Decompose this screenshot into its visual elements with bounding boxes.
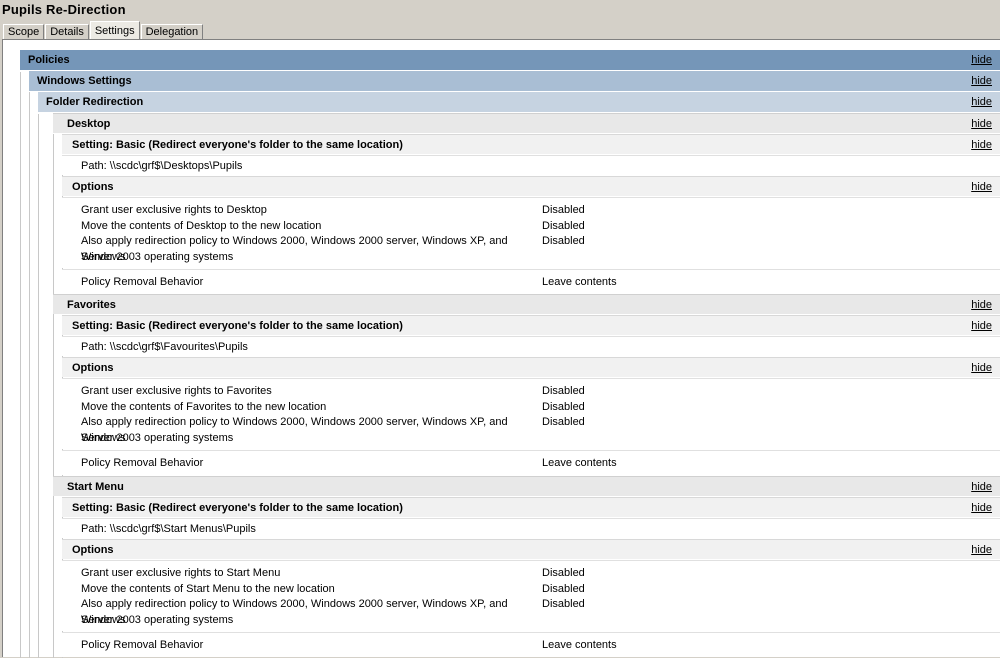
indent-line <box>38 114 39 658</box>
removal-label: Policy Removal Behavior <box>81 276 204 288</box>
section-policies: Policies hide <box>20 50 1000 70</box>
hide-link[interactable]: hide <box>971 114 992 134</box>
hide-link[interactable]: hide <box>971 477 992 497</box>
window-title: Pupils Re-Direction <box>2 2 126 17</box>
option-label: Move the contents of Start Menu to the n… <box>81 582 335 595</box>
hide-link[interactable]: hide <box>971 358 992 378</box>
options-header: Options hide <box>62 539 1000 559</box>
folder-name: Start Menu <box>67 481 124 493</box>
tab-settings[interactable]: Settings <box>89 21 140 40</box>
folder-favorites: Favorites hide <box>53 294 1000 314</box>
option-label: Server 2003 operating systems <box>81 613 234 626</box>
section-windows-settings: Windows Settings hide <box>29 71 1000 91</box>
folder-name: Favorites <box>67 299 116 311</box>
folder-start-menu: Start Menu hide <box>53 476 1000 496</box>
option-value: Disabled <box>542 219 585 232</box>
removal-value: Leave contents <box>542 457 617 469</box>
removal-label: Policy Removal Behavior <box>81 457 204 469</box>
setting-header: Setting: Basic (Redirect everyone's fold… <box>62 315 1000 335</box>
options-body: Grant user exclusive rights to Favorites… <box>62 378 1000 449</box>
report-pane: Policies hide Windows Settings hide Fold… <box>2 39 1000 658</box>
hide-link[interactable]: hide <box>971 540 992 560</box>
indent-line <box>53 134 54 658</box>
section-title: Policies <box>28 54 70 66</box>
removal-label: Policy Removal Behavior <box>81 639 204 651</box>
options-title: Options <box>72 362 114 374</box>
folder-desktop: Desktop hide <box>53 113 1000 133</box>
options-title: Options <box>72 181 114 193</box>
setting-header: Setting: Basic (Redirect everyone's fold… <box>62 497 1000 517</box>
section-title: Folder Redirection <box>46 96 144 108</box>
path-text: Path: \\scdc\grf$\Desktops\Pupils <box>81 160 243 172</box>
option-value: Disabled <box>542 416 585 428</box>
option-value: Disabled <box>542 598 585 610</box>
path-text: Path: \\scdc\grf$\Start Menus\Pupils <box>81 523 256 535</box>
folder-name: Desktop <box>67 118 111 130</box>
tab-details[interactable]: Details <box>45 24 89 40</box>
removal-value: Leave contents <box>542 276 617 288</box>
indent-line <box>20 72 21 658</box>
hide-link[interactable]: hide <box>971 498 992 518</box>
option-label: Server 2003 operating systems <box>81 431 234 444</box>
tab-delegation[interactable]: Delegation <box>140 24 204 40</box>
tab-scope[interactable]: Scope <box>3 24 45 40</box>
options-body: Grant user exclusive rights to Start Men… <box>62 560 1000 631</box>
section-title: Windows Settings <box>37 75 132 87</box>
hide-link[interactable]: hide <box>971 135 992 155</box>
option-label: Grant user exclusive rights to Start Men… <box>81 567 281 579</box>
path-row: Path: \\scdc\grf$\Start Menus\Pupils <box>62 518 1000 538</box>
hide-link[interactable]: hide <box>971 177 992 197</box>
setting-title: Setting: Basic (Redirect everyone's fold… <box>72 502 403 514</box>
hide-link[interactable]: hide <box>971 295 992 315</box>
path-row: Path: \\scdc\grf$\Desktops\Pupils <box>62 155 1000 175</box>
option-value: Disabled <box>542 204 585 216</box>
option-value: Disabled <box>542 582 585 595</box>
removal-row: Policy Removal Behavior Leave contents <box>62 269 1000 294</box>
setting-header: Setting: Basic (Redirect everyone's fold… <box>62 134 1000 154</box>
hide-link[interactable]: hide <box>971 316 992 336</box>
options-header: Options hide <box>62 357 1000 377</box>
hide-link[interactable]: hide <box>971 71 992 91</box>
option-label: Server 2003 operating systems <box>81 250 234 263</box>
hide-link[interactable]: hide <box>971 50 992 70</box>
hide-link[interactable]: hide <box>971 92 992 112</box>
path-text: Path: \\scdc\grf$\Favourites\Pupils <box>81 341 248 353</box>
tab-bar: Scope Details Settings Delegation <box>3 21 204 40</box>
option-label: Grant user exclusive rights to Desktop <box>81 204 267 216</box>
option-label: Move the contents of Favorites to the ne… <box>81 400 327 413</box>
section-folder-redirection: Folder Redirection hide <box>38 92 1000 112</box>
option-label: Move the contents of Desktop to the new … <box>81 219 322 232</box>
options-header: Options hide <box>62 176 1000 196</box>
option-value: Disabled <box>542 400 585 413</box>
removal-value: Leave contents <box>542 639 617 651</box>
setting-title: Setting: Basic (Redirect everyone's fold… <box>72 139 403 151</box>
indent-line <box>29 92 30 658</box>
path-row: Path: \\scdc\grf$\Favourites\Pupils <box>62 336 1000 356</box>
removal-row: Policy Removal Behavior Leave contents <box>62 632 1000 657</box>
setting-title: Setting: Basic (Redirect everyone's fold… <box>72 320 403 332</box>
options-title: Options <box>72 544 114 556</box>
option-value: Disabled <box>542 235 585 247</box>
option-value: Disabled <box>542 385 585 397</box>
option-label: Grant user exclusive rights to Favorites <box>81 385 272 397</box>
removal-row: Policy Removal Behavior Leave contents <box>62 450 1000 475</box>
options-body: Grant user exclusive rights to Desktop D… <box>62 197 1000 268</box>
option-value: Disabled <box>542 567 585 579</box>
